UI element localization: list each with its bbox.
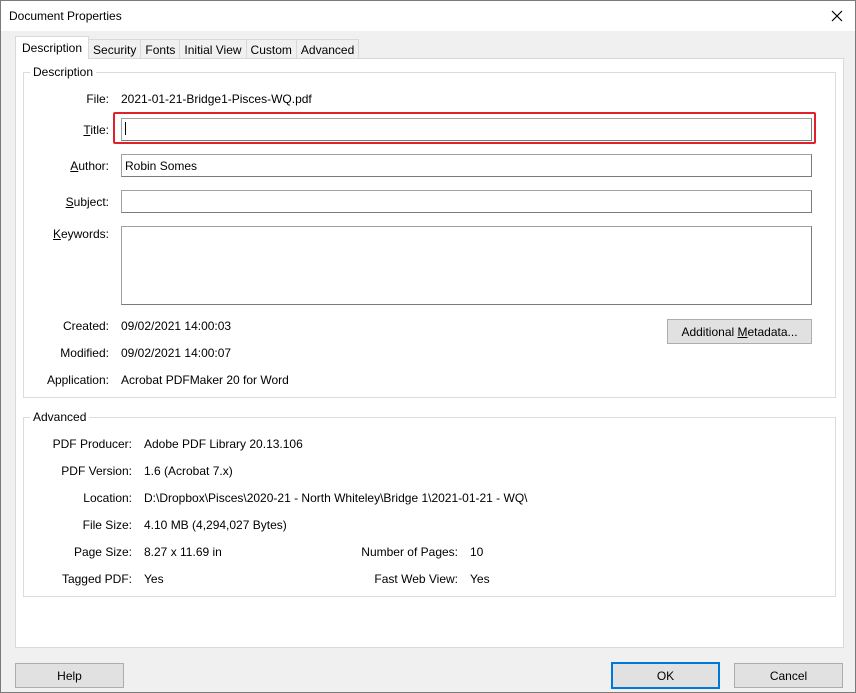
text-caret bbox=[125, 122, 126, 135]
tab-label: Fonts bbox=[145, 42, 176, 57]
tagged-pdf-label: Tagged PDF: bbox=[61, 572, 132, 586]
advanced-group-label: Advanced bbox=[30, 410, 90, 424]
application-label: Application: bbox=[46, 373, 109, 387]
location-label: Location: bbox=[83, 491, 132, 505]
tab-fonts[interactable]: Fonts bbox=[140, 39, 181, 59]
tab-label: Description bbox=[22, 41, 83, 55]
additional-metadata-label: Additional Metadata... bbox=[681, 324, 798, 339]
tab-advanced[interactable]: Advanced bbox=[295, 39, 360, 59]
pdf-producer-label: PDF Producer: bbox=[52, 437, 132, 451]
document-properties-dialog: Document Properties Description Security… bbox=[0, 0, 856, 693]
author-field[interactable] bbox=[121, 154, 812, 177]
ok-button[interactable]: OK bbox=[611, 662, 720, 689]
created-label: Created: bbox=[62, 319, 109, 333]
dialog-title: Document Properties bbox=[9, 9, 122, 23]
cancel-button[interactable]: Cancel bbox=[734, 663, 843, 688]
keywords-field[interactable] bbox=[121, 226, 812, 305]
page-size-label: Page Size: bbox=[73, 545, 132, 559]
subject-field[interactable] bbox=[121, 190, 812, 213]
cancel-button-label: Cancel bbox=[769, 668, 808, 683]
help-button-label: Help bbox=[57, 668, 82, 683]
file-label: File: bbox=[86, 92, 109, 106]
author-label: Author: bbox=[70, 159, 109, 173]
pdf-version-value: 1.6 (Acrobat 7.x) bbox=[144, 464, 233, 478]
additional-metadata-button[interactable]: Additional Metadata... bbox=[667, 319, 812, 344]
application-value: Acrobat PDFMaker 20 for Word bbox=[121, 373, 289, 387]
file-size-label: File Size: bbox=[82, 518, 132, 532]
tab-label: Advanced bbox=[300, 42, 355, 57]
file-value: 2021-01-21-Bridge1-Pisces-WQ.pdf bbox=[121, 92, 312, 106]
number-of-pages-value: 10 bbox=[470, 545, 484, 559]
page-size-value: 8.27 x 11.69 in bbox=[144, 545, 222, 559]
close-icon bbox=[831, 10, 843, 22]
close-button[interactable] bbox=[819, 1, 855, 31]
tab-security[interactable]: Security bbox=[88, 39, 142, 59]
tab-initial-view[interactable]: Initial View bbox=[179, 39, 247, 59]
number-of-pages-label: Number of Pages: bbox=[361, 545, 458, 559]
tab-label: Initial View bbox=[184, 42, 242, 57]
fast-web-view-value: Yes bbox=[470, 572, 490, 586]
pdf-version-label: PDF Version: bbox=[61, 464, 132, 478]
description-group-label: Description bbox=[30, 65, 97, 79]
fast-web-view-label: Fast Web View: bbox=[374, 572, 458, 586]
file-size-value: 4.10 MB (4,294,027 Bytes) bbox=[144, 518, 287, 532]
title-label: Title: bbox=[83, 123, 109, 137]
tab-strip: Description Security Fonts Initial View … bbox=[15, 36, 360, 59]
keywords-label: Keywords: bbox=[52, 227, 109, 241]
tagged-pdf-value: Yes bbox=[144, 572, 164, 586]
title-bar: Document Properties bbox=[1, 1, 855, 31]
created-value: 09/02/2021 14:00:03 bbox=[121, 319, 232, 333]
location-value: D:\Dropbox\Pisces\2020-21 - North Whitel… bbox=[144, 491, 528, 505]
subject-label: Subject: bbox=[65, 195, 109, 209]
modified-label: Modified: bbox=[60, 346, 109, 360]
tab-custom[interactable]: Custom bbox=[245, 39, 297, 59]
pdf-producer-value: Adobe PDF Library 20.13.106 bbox=[144, 437, 303, 451]
title-field[interactable] bbox=[121, 118, 812, 141]
help-button[interactable]: Help bbox=[15, 663, 124, 688]
tab-label: Custom bbox=[250, 42, 292, 57]
tab-description[interactable]: Description bbox=[15, 36, 90, 59]
tab-label: Security bbox=[93, 42, 137, 57]
ok-button-label: OK bbox=[656, 668, 675, 683]
modified-value: 09/02/2021 14:00:07 bbox=[121, 346, 232, 360]
